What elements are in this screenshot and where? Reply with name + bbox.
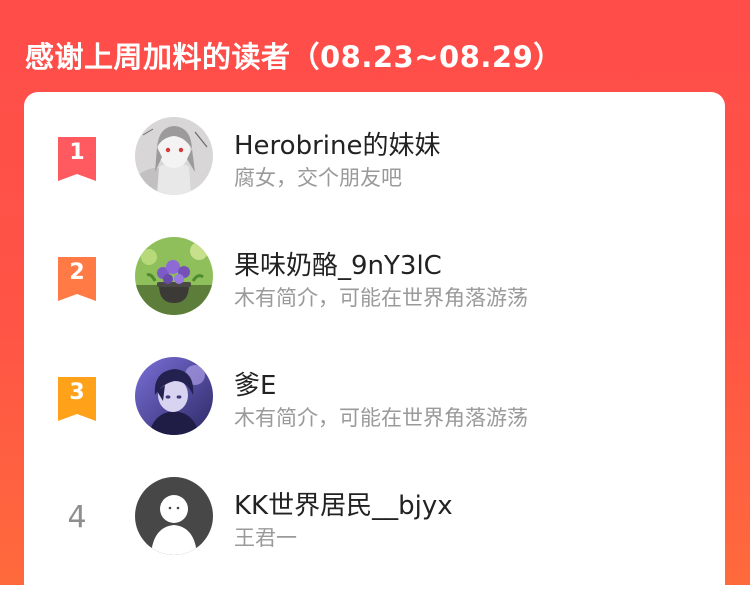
- reader-bio: 木有简介，可能在世界角落游荡: [234, 406, 528, 430]
- readers-thanks-panel: 感谢上周加料的读者（08.23~08.29） 1 Herobrine的妹妹 腐女…: [0, 0, 750, 602]
- reader-row-1[interactable]: 1 Herobrine的妹妹 腐女，交个朋友吧: [24, 92, 725, 212]
- reader-name[interactable]: KK世界居民__bjyx: [234, 485, 453, 522]
- reader-row-4[interactable]: 4 KK世界居民__bjyx 王君一: [24, 452, 725, 572]
- reader-name[interactable]: Herobrine的妹妹: [234, 125, 440, 162]
- reader-row-3[interactable]: 3 爹E 木有简介，可能在世界角落游荡: [24, 332, 725, 452]
- reader-bio: 腐女，交个朋友吧: [234, 166, 402, 190]
- anime-boy-avatar[interactable]: [135, 357, 213, 435]
- rank-number-4: 4: [67, 500, 87, 535]
- readers-list: 1 Herobrine的妹妹 腐女，交个朋友吧 2 果味奶酪_9nY3lC 木有…: [24, 92, 725, 602]
- reader-bio: 王君一: [234, 526, 297, 550]
- rank-badge-3: 3: [58, 377, 96, 421]
- default-user-avatar[interactable]: [135, 477, 213, 555]
- reader-name[interactable]: 果味奶酪_9nY3lC: [234, 245, 442, 282]
- rank-badge-2: 2: [58, 257, 96, 301]
- reader-name[interactable]: 爹E: [234, 365, 276, 402]
- reader-row-2[interactable]: 2 果味奶酪_9nY3lC 木有简介，可能在世界角落游荡: [24, 212, 725, 332]
- page-title: 感谢上周加料的读者（08.23~08.29）: [25, 40, 563, 74]
- anime-girl-avatar[interactable]: [135, 117, 213, 195]
- flower-pot-avatar[interactable]: [135, 237, 213, 315]
- rank-badge-1: 1: [58, 137, 96, 181]
- reader-bio: 木有简介，可能在世界角落游荡: [234, 286, 528, 310]
